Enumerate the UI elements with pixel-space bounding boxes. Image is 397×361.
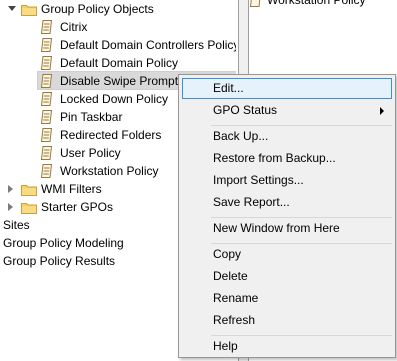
folder-icon (21, 203, 37, 214)
gpo-document-icon (40, 164, 53, 178)
submenu-arrow-icon (380, 107, 384, 115)
menu-item-refresh[interactable]: Refresh (182, 310, 392, 331)
tree-label-starter-gpos: Starter GPOs (41, 200, 114, 214)
menu-item-new-window-from-here[interactable]: New Window from Here (182, 218, 392, 239)
menu-item-label: Import Settings... (213, 173, 304, 187)
tree-gpo-label: User Policy (60, 146, 121, 160)
menu-item-save-report[interactable]: Save Report... (182, 192, 392, 213)
tree-label-group-policy-objects: Group Policy Objects (41, 2, 154, 16)
menu-item-label: Delete (213, 269, 248, 283)
expand-arrow-icon[interactable] (8, 185, 13, 193)
menu-item-label: Rename (213, 291, 259, 305)
gpo-document-icon (40, 38, 53, 52)
details-item-label[interactable]: Workstation Policy (267, 0, 365, 8)
tree-label-group-policy-results: Group Policy Results (3, 254, 116, 268)
tree-gpo-label: Locked Down Policy (60, 92, 169, 106)
menu-item-edit[interactable]: Edit... (182, 78, 392, 99)
tree-label-group-policy-modeling: Group Policy Modeling (3, 236, 124, 250)
menu-item-delete[interactable]: Delete (182, 266, 392, 287)
menu-item-restore-from-backup[interactable]: Restore from Backup... (182, 148, 392, 169)
tree-gpo-label: Disable Swipe Prompts (60, 74, 185, 88)
tree-gpo-label: Pin Taskbar (60, 110, 123, 124)
tree-label-wmi-filters: WMI Filters (41, 182, 102, 196)
tree-gpo-default-domain-policy[interactable]: Default Domain Policy (0, 54, 236, 72)
folder-icon (21, 5, 37, 16)
gpo-document-icon (249, 0, 261, 7)
menu-item-label: Refresh (213, 313, 256, 327)
tree-gpo-label: Default Domain Policy (60, 56, 179, 70)
menu-item-label: Save Report... (213, 195, 290, 209)
tree-label-sites: Sites (3, 218, 30, 232)
tree-gpo-citrix[interactable]: Citrix (0, 18, 236, 36)
tree-gpo-label: Redirected Folders (60, 128, 162, 142)
menu-item-label: GPO Status (213, 103, 278, 117)
menu-item-import-settings[interactable]: Import Settings... (182, 170, 392, 191)
menu-item-rename[interactable]: Rename (182, 288, 392, 309)
menu-item-help[interactable]: Help (182, 336, 392, 357)
menu-item-gpo-status[interactable]: GPO Status (182, 100, 392, 121)
menu-item-label: Back Up... (213, 129, 269, 143)
folder-icon (21, 185, 37, 196)
gpo-document-icon (40, 20, 53, 34)
menu-item-label: Copy (213, 247, 242, 261)
menu-item-label: Help (213, 339, 238, 353)
collapse-arrow-icon[interactable] (8, 6, 16, 11)
tree-gpo-label: Citrix (60, 20, 88, 34)
tree-gpo-label: Default Domain Controllers Policy (60, 38, 236, 52)
expand-arrow-icon[interactable] (8, 203, 13, 211)
gpo-document-icon (40, 74, 53, 88)
menu-item-label: New Window from Here (213, 221, 340, 235)
gpo-document-icon (40, 92, 53, 106)
gpo-document-icon (40, 110, 53, 124)
tree-gpo-default-domain-controllers-policy[interactable]: Default Domain Controllers Policy (0, 36, 236, 54)
tree-gpo-label: Workstation Policy (60, 164, 159, 178)
context-menu: Edit... GPO Status Back Up... Restore fr… (178, 74, 396, 358)
menu-item-label: Edit... (213, 81, 244, 95)
gpo-document-icon (40, 56, 53, 70)
menu-item-back-up[interactable]: Back Up... (182, 126, 392, 147)
tree-node-group-policy-objects[interactable]: Group Policy Objects (0, 0, 236, 18)
menu-item-copy[interactable]: Copy (182, 244, 392, 265)
menu-item-label: Restore from Backup... (213, 151, 336, 165)
gpo-document-icon (40, 128, 53, 142)
gpo-document-icon (40, 146, 53, 160)
